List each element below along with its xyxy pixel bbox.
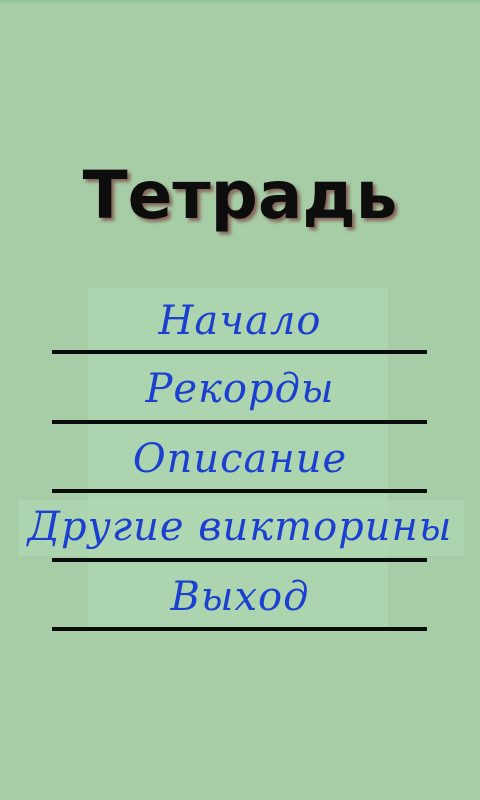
menu-divider xyxy=(52,489,427,493)
status-bar-strip xyxy=(0,0,480,4)
menu-item-description-label: Описание xyxy=(132,436,348,482)
menu-divider xyxy=(52,420,427,424)
menu-item-other-quizzes-label: Другие викторины xyxy=(27,504,453,550)
menu-divider xyxy=(52,350,427,354)
menu-item-start-label: Начало xyxy=(158,298,322,344)
menu-item-description[interactable]: Описание xyxy=(0,430,480,498)
menu-item-exit-label: Выход xyxy=(170,574,310,620)
menu-item-records[interactable]: Рекорды xyxy=(0,360,480,428)
page-title: Тетрадь xyxy=(82,157,398,234)
menu-item-other-quizzes[interactable]: Другие викторины xyxy=(0,498,480,566)
menu-item-records-label: Рекорды xyxy=(145,366,335,412)
menu-divider xyxy=(52,627,427,631)
menu-item-exit[interactable]: Выход xyxy=(0,568,480,636)
menu-divider xyxy=(52,558,427,562)
